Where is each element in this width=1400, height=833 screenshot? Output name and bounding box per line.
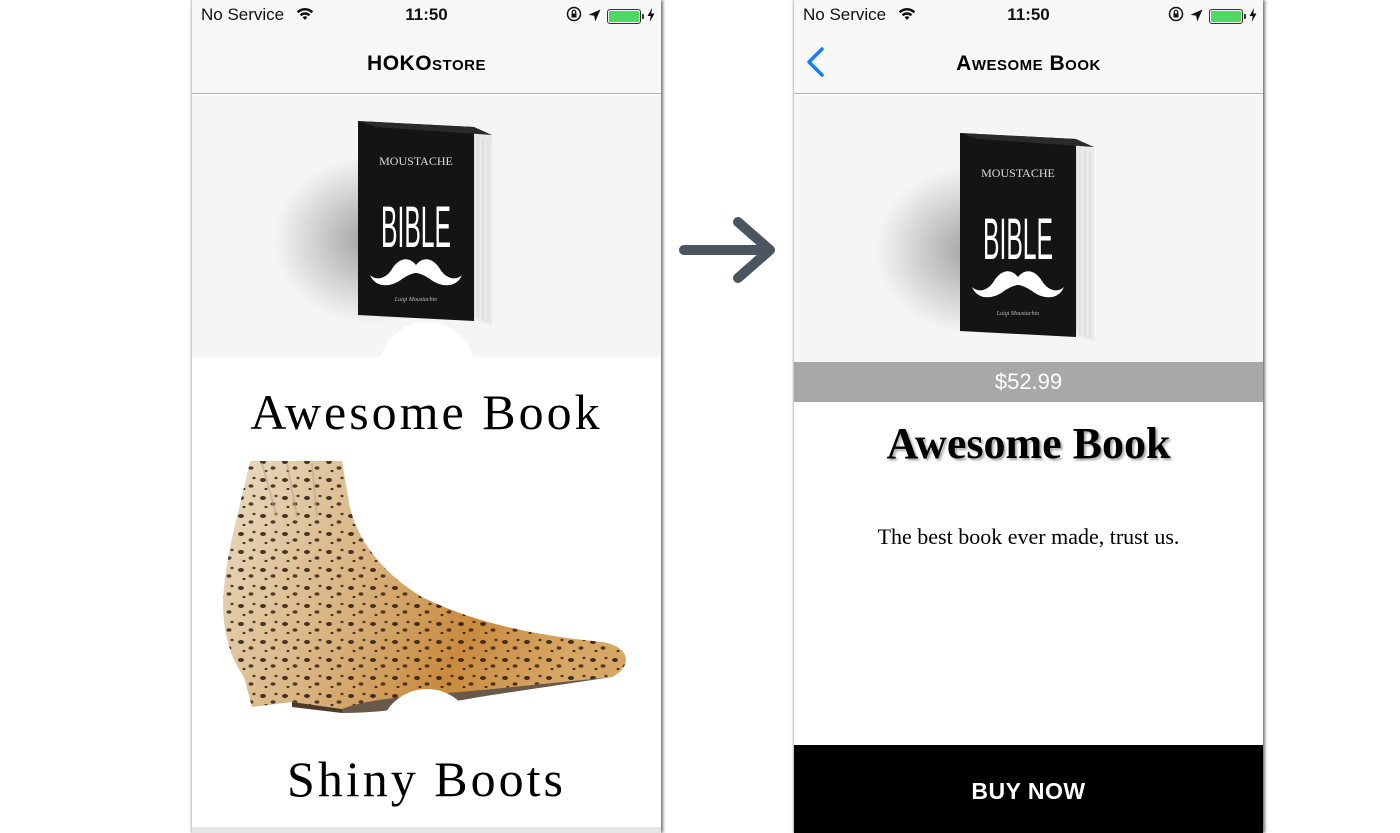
battery-fill <box>609 11 639 22</box>
boot-image <box>223 461 626 713</box>
charging-bolt-icon <box>647 7 655 27</box>
book-cover-line1: MOUSTACHE <box>981 166 1055 180</box>
location-arrow-icon <box>1190 7 1203 27</box>
boots-product-image[interactable] <box>192 457 661 725</box>
book-cover-line2: BIBLE <box>381 195 451 260</box>
product-title: Awesome Book <box>886 419 1171 468</box>
book-cover-line2: BIBLE <box>983 207 1053 272</box>
location-arrow-icon <box>588 7 601 27</box>
battery-icon <box>1209 9 1246 24</box>
product-hero-image: MOUSTACHE BIBLE Luigi Moustachio <box>794 95 1263 362</box>
status-bar: No Service 11:50 <box>794 0 1263 30</box>
charging-bolt-icon <box>1249 7 1257 27</box>
orientation-lock-icon <box>1168 6 1184 27</box>
product-detail-screen: No Service 11:50 Awesome Book MOUSTACHE … <box>794 0 1263 833</box>
battery-fill <box>1211 11 1241 22</box>
status-bar: No Service 11:50 <box>192 0 661 30</box>
price-label: $52.99 <box>794 362 1263 402</box>
orientation-lock-icon <box>566 6 582 27</box>
battery-icon <box>607 9 644 24</box>
store-list-screen: No Service 11:50 HOKOstore MOUSTACHE BIB… <box>192 0 661 833</box>
navigation-bar: Awesome Book <box>794 30 1263 94</box>
boots-card-title-area[interactable]: Shiny Boots <box>192 724 661 833</box>
book-card-title-area[interactable]: Awesome Book <box>192 357 661 457</box>
book-cover-line1: MOUSTACHE <box>379 154 453 168</box>
book-product-image[interactable]: MOUSTACHE BIBLE Luigi Moustachio <box>192 95 661 358</box>
book-author: Luigi Moustachio <box>394 297 438 303</box>
product-title-book: Awesome Book <box>250 384 603 440</box>
product-description: The best book ever made, trust us. <box>877 524 1180 549</box>
nav-title: Awesome Book <box>956 52 1101 75</box>
nav-title: HOKOstore <box>367 52 486 75</box>
book-author: Luigi Moustachio <box>996 311 1040 317</box>
book-image: MOUSTACHE BIBLE Luigi Moustachio <box>358 121 498 336</box>
navigation-bar: HOKOstore <box>192 30 661 94</box>
arrow-right-icon <box>676 214 780 286</box>
book-image: MOUSTACHE BIBLE Luigi Moustachio <box>960 133 1100 353</box>
product-title-boots: Shiny Boots <box>287 751 566 807</box>
buy-now-button[interactable]: BUY NOW <box>794 745 1263 833</box>
